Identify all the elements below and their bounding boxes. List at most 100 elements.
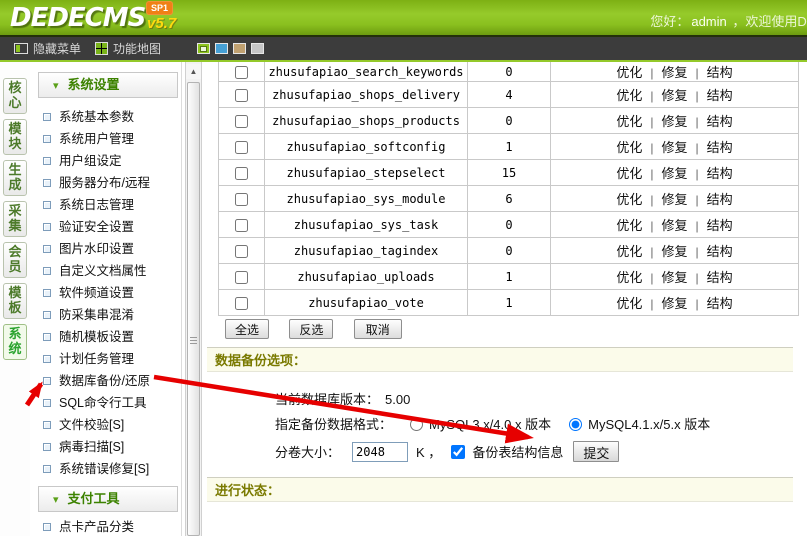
- module-tab[interactable]: 模板: [3, 283, 27, 319]
- row-checkbox[interactable]: [235, 297, 248, 310]
- repair-link[interactable]: 修复: [661, 296, 687, 311]
- format-radio[interactable]: [569, 418, 582, 431]
- row-checkbox[interactable]: [235, 193, 248, 206]
- repair-link[interactable]: 修复: [661, 140, 687, 155]
- sidebar-menu-item[interactable]: 文件校验[S]: [30, 414, 181, 436]
- structure-link[interactable]: 结构: [707, 166, 733, 181]
- structure-link[interactable]: 结构: [707, 65, 733, 80]
- submit-button[interactable]: 提交: [573, 441, 619, 462]
- row-checkbox[interactable]: [235, 219, 248, 232]
- sidebar-menu-item[interactable]: 系统日志管理: [30, 194, 181, 216]
- sidebar-menu-item[interactable]: 点卡产品分类: [30, 516, 181, 538]
- scrollbar-thumb[interactable]: [187, 82, 200, 536]
- format-option[interactable]: MySQL4.1.x/5.x 版本: [569, 417, 710, 432]
- sidebar-menu-item[interactable]: 自定义文档属性: [30, 260, 181, 282]
- sidebar-item-label: SQL命令行工具: [59, 396, 147, 410]
- invert-selection-button[interactable]: 反选: [289, 319, 333, 339]
- vertical-scrollbar[interactable]: ▲: [185, 62, 202, 536]
- optimize-link[interactable]: 优化: [616, 88, 642, 103]
- table-row: zhusufapiao_softconfig 1 优化|修复|结构: [219, 134, 799, 160]
- separator: |: [650, 167, 653, 181]
- optimize-link[interactable]: 优化: [616, 65, 642, 80]
- theme-swatch[interactable]: [233, 43, 246, 54]
- separator: |: [696, 66, 699, 80]
- volume-size-input[interactable]: [352, 442, 408, 462]
- module-tab-label: 生成: [8, 162, 21, 192]
- optimize-link[interactable]: 优化: [616, 192, 642, 207]
- hide-menu-button[interactable]: 隐藏菜单: [14, 40, 81, 57]
- structure-link[interactable]: 结构: [707, 114, 733, 129]
- optimize-link[interactable]: 优化: [616, 114, 642, 129]
- sidebar-menu-item[interactable]: 防采集串混淆: [30, 304, 181, 326]
- repair-link[interactable]: 修复: [661, 218, 687, 233]
- repair-link[interactable]: 修复: [661, 166, 687, 181]
- separator: |: [650, 89, 653, 103]
- module-tab[interactable]: 采集: [3, 201, 27, 237]
- module-tab[interactable]: 模块: [3, 119, 27, 155]
- sidebar-menu-item[interactable]: 图片水印设置: [30, 238, 181, 260]
- repair-link[interactable]: 修复: [661, 244, 687, 259]
- repair-link[interactable]: 修复: [661, 88, 687, 103]
- row-checkbox[interactable]: [235, 245, 248, 258]
- scroll-up-button[interactable]: ▲: [186, 64, 201, 79]
- repair-link[interactable]: 修复: [661, 65, 687, 80]
- format-radio[interactable]: [410, 418, 423, 431]
- collapse-arrow-icon: ▾: [53, 80, 59, 92]
- progress-status-header: 进行状态：: [207, 477, 793, 502]
- row-checkbox[interactable]: [235, 167, 248, 180]
- optimize-link[interactable]: 优化: [616, 218, 642, 233]
- row-checkbox[interactable]: [235, 66, 248, 79]
- structure-link[interactable]: 结构: [707, 88, 733, 103]
- theme-swatch[interactable]: [251, 43, 264, 54]
- feature-map-button[interactable]: 功能地图: [95, 40, 161, 57]
- repair-link[interactable]: 修复: [661, 192, 687, 207]
- structure-link[interactable]: 结构: [707, 244, 733, 259]
- sidebar-menu-item[interactable]: SQL命令行工具: [30, 392, 181, 414]
- sidebar-item-label: 系统错误修复[S]: [59, 462, 149, 476]
- structure-link[interactable]: 结构: [707, 218, 733, 233]
- cancel-button[interactable]: 取消: [354, 319, 402, 339]
- sidebar-menu-item[interactable]: 系统用户管理: [30, 128, 181, 150]
- optimize-link[interactable]: 优化: [616, 166, 642, 181]
- optimize-link[interactable]: 优化: [616, 296, 642, 311]
- module-tab[interactable]: 会员: [3, 242, 27, 278]
- structure-link[interactable]: 结构: [707, 140, 733, 155]
- row-checkbox[interactable]: [235, 271, 248, 284]
- section-pay-tools[interactable]: ▾支付工具: [38, 486, 178, 512]
- structure-link[interactable]: 结构: [707, 270, 733, 285]
- row-checkbox[interactable]: [235, 89, 248, 102]
- sidebar-menu-item[interactable]: 病毒扫描[S]: [30, 436, 181, 458]
- sidebar-menu-item[interactable]: 用户组设定: [30, 150, 181, 172]
- format-option[interactable]: MySQL3.x/4.0.x 版本: [410, 417, 551, 432]
- row-checkbox[interactable]: [235, 141, 248, 154]
- module-tab[interactable]: 核心: [3, 78, 27, 114]
- structure-info-checkbox[interactable]: [451, 445, 465, 459]
- row-checkbox[interactable]: [235, 115, 248, 128]
- repair-link[interactable]: 修复: [661, 114, 687, 129]
- sidebar-menu-item[interactable]: 数据库备份/还原: [30, 370, 181, 392]
- theme-swatch[interactable]: [215, 43, 228, 54]
- section-system-settings[interactable]: ▾系统设置: [38, 72, 178, 98]
- sidebar-menu-item[interactable]: 随机模板设置: [30, 326, 181, 348]
- theme-swatch[interactable]: [197, 43, 210, 54]
- sidebar-menu-item[interactable]: 软件频道设置: [30, 282, 181, 304]
- select-all-button[interactable]: 全选: [225, 319, 269, 339]
- module-tab[interactable]: 生成: [3, 160, 27, 196]
- optimize-link[interactable]: 优化: [616, 140, 642, 155]
- separator: |: [650, 66, 653, 80]
- module-tab[interactable]: 系统: [3, 324, 27, 360]
- repair-link[interactable]: 修复: [661, 270, 687, 285]
- optimize-link[interactable]: 优化: [616, 244, 642, 259]
- scrollbar-grip: [190, 337, 197, 345]
- hide-menu-icon: [14, 43, 28, 54]
- sidebar-item-label: 图片水印设置: [59, 242, 134, 256]
- structure-link[interactable]: 结构: [707, 192, 733, 207]
- sidebar-menu-item[interactable]: 系统错误修复[S]: [30, 458, 181, 480]
- table-row: zhusufapiao_sys_module 6 优化|修复|结构: [219, 186, 799, 212]
- sidebar-menu-item[interactable]: 验证安全设置: [30, 216, 181, 238]
- sidebar-menu-item[interactable]: 系统基本参数: [30, 106, 181, 128]
- sidebar-menu-item[interactable]: 计划任务管理: [30, 348, 181, 370]
- structure-link[interactable]: 结构: [707, 296, 733, 311]
- optimize-link[interactable]: 优化: [616, 270, 642, 285]
- sidebar-menu-item[interactable]: 服务器分布/远程: [30, 172, 181, 194]
